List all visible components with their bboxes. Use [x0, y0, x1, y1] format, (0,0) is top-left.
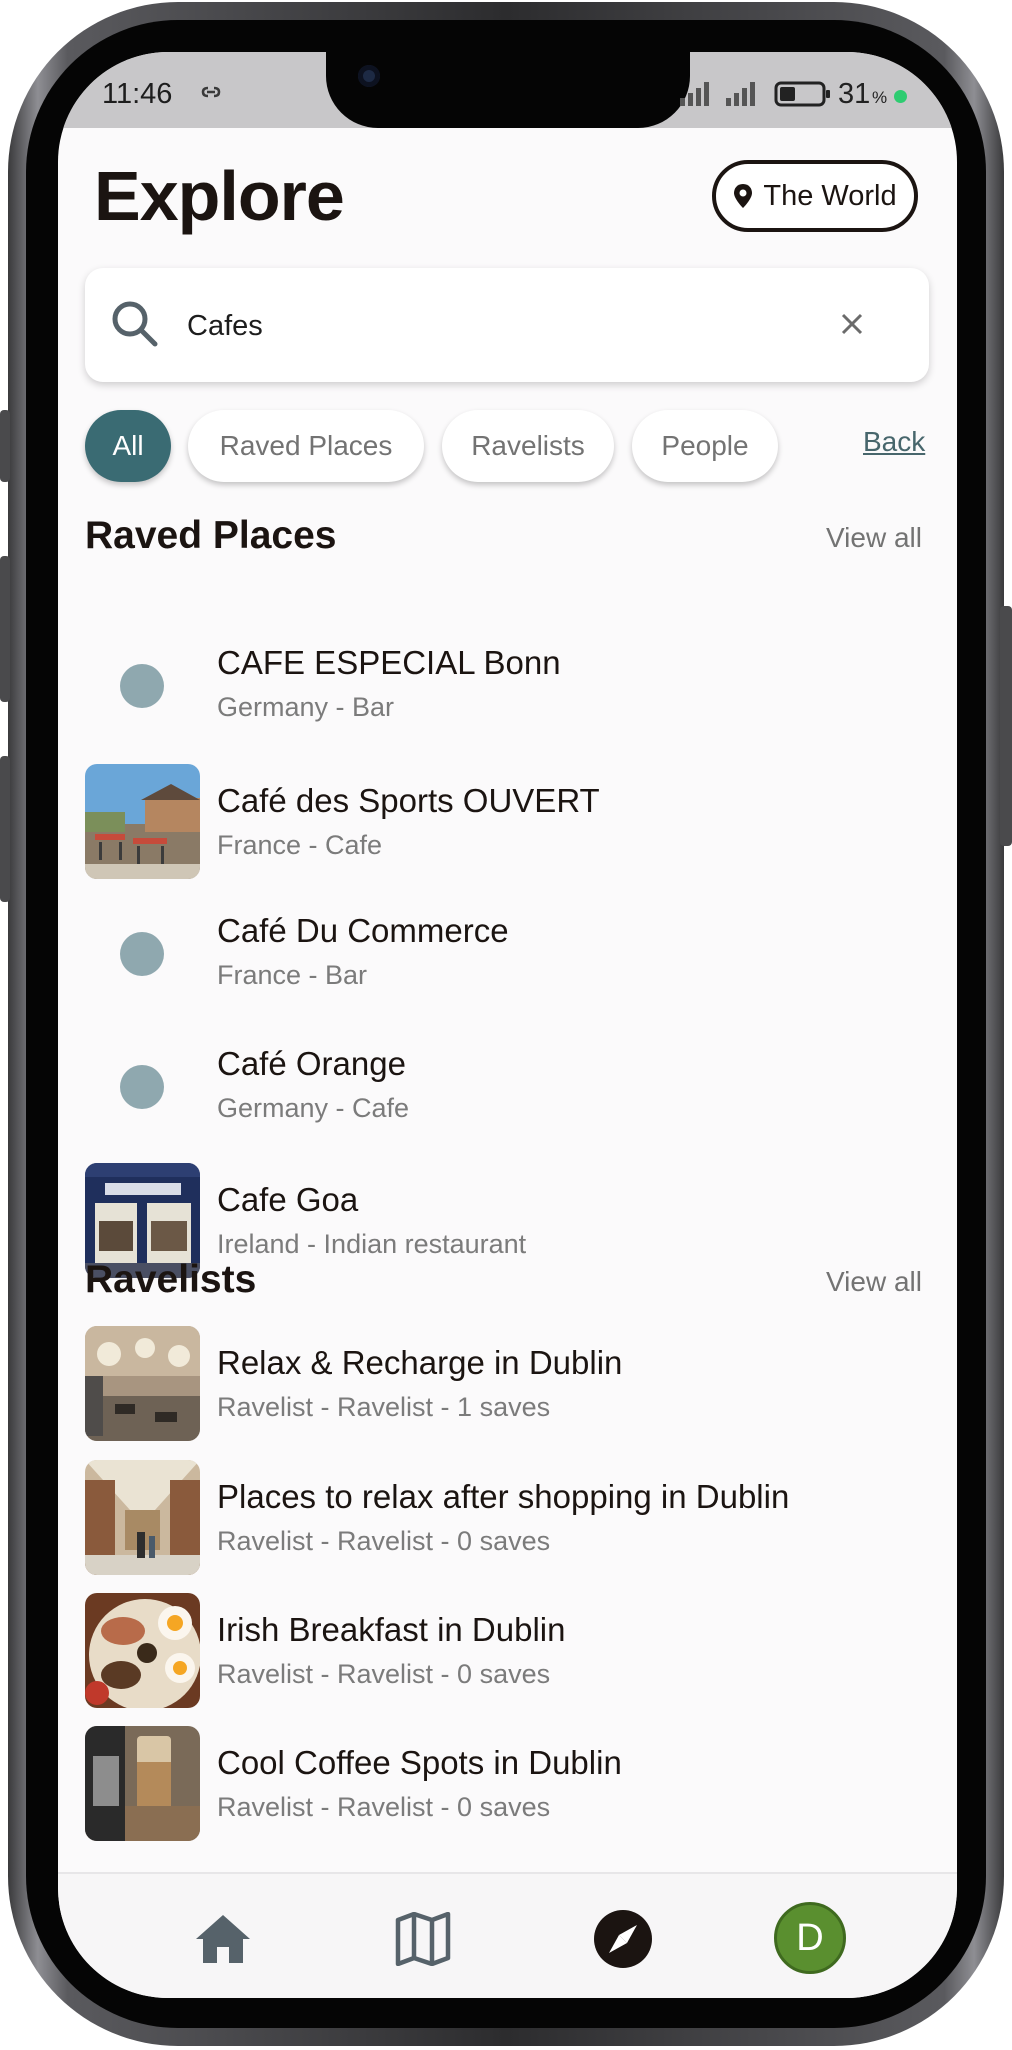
place-subtitle: France - Cafe	[217, 830, 383, 860]
place-subtitle: France - Bar	[217, 960, 368, 990]
place-placeholder-icon	[120, 664, 164, 708]
location-filter-button[interactable]: The World	[712, 160, 918, 232]
raved-place-row-2[interactable]: Café des Sports OUVERT France - Cafe	[85, 764, 929, 884]
phone-power-button	[1000, 606, 1012, 846]
place-name: Café Du Commerce	[217, 912, 509, 949]
place-placeholder-icon	[120, 1065, 164, 1109]
raved-place-row-3[interactable]: Café Du Commerce France - Bar	[85, 894, 929, 1014]
status-indicators: 31 %	[678, 74, 928, 114]
place-subtitle: Ireland - Indian restaurant	[217, 1229, 527, 1259]
battery-percent: 31	[838, 78, 871, 110]
filter-chip-people[interactable]: People	[632, 410, 778, 482]
filter-chip-ravelists[interactable]: Ravelists	[442, 410, 614, 482]
close-icon[interactable]	[839, 311, 865, 337]
battery-percent-unit: %	[872, 88, 888, 107]
interior-lamps-photo	[85, 1326, 200, 1441]
link-icon	[198, 82, 224, 107]
ravelist-row-4[interactable]: Cool Coffee Spots in Dublin Ravelist - R…	[85, 1726, 929, 1846]
battery-icon	[774, 81, 830, 107]
signal-icon-2	[726, 82, 755, 106]
ravelist-name: Places to relax after shopping in Dublin	[217, 1478, 790, 1515]
phone-volume-down-button	[0, 756, 10, 902]
breakfast-plate-photo	[85, 1593, 200, 1708]
raved-places-view-all[interactable]: View all	[826, 522, 922, 554]
shopping-arcade-photo	[85, 1460, 200, 1575]
ravelist-name: Cool Coffee Spots in Dublin	[217, 1744, 622, 1781]
place-name: CAFE ESPECIAL Bonn	[217, 644, 561, 681]
search-icon	[112, 301, 158, 347]
ravelist-subtitle: Ravelist - Ravelist - 1 saves	[217, 1392, 551, 1422]
compass-icon[interactable]	[592, 1908, 654, 1970]
filter-chip-raved-places[interactable]: Raved Places	[188, 410, 424, 482]
raved-place-row-1[interactable]: CAFE ESPECIAL Bonn Germany - Bar	[85, 626, 929, 746]
place-name: Cafe Goa	[217, 1181, 359, 1218]
ravelist-row-1[interactable]: Relax & Recharge in Dublin Ravelist - Ra…	[85, 1326, 929, 1446]
front-camera	[358, 65, 380, 87]
ravelists-view-all[interactable]: View all	[826, 1266, 922, 1298]
search-bar[interactable]	[85, 268, 929, 382]
filter-chip-all[interactable]: All	[85, 410, 171, 482]
status-dot	[894, 90, 907, 103]
page-title: Explore	[94, 157, 345, 235]
outdoor-terrace-photo	[85, 764, 200, 879]
status-time: 11:46	[102, 78, 173, 110]
location-filter-label: The World	[763, 179, 897, 212]
raved-places-heading: Raved Places	[85, 514, 337, 557]
home-icon[interactable]	[192, 1908, 254, 1970]
camera-notch	[326, 52, 690, 128]
search-input[interactable]	[187, 304, 787, 348]
ravelist-name: Relax & Recharge in Dublin	[217, 1344, 623, 1381]
ravelist-subtitle: Ravelist - Ravelist - 0 saves	[217, 1659, 551, 1689]
ravelist-row-2[interactable]: Places to relax after shopping in Dublin…	[85, 1460, 929, 1580]
raved-place-row-4[interactable]: Café Orange Germany - Cafe	[85, 1027, 929, 1147]
app-screen: 11:46 31 % Explore The World Cafes All R…	[58, 52, 957, 1998]
place-placeholder-icon	[120, 932, 164, 976]
place-subtitle: Germany - Cafe	[217, 1093, 410, 1123]
phone-volume-up-button	[0, 556, 10, 702]
place-name: Café des Sports OUVERT	[217, 782, 600, 819]
location-pin-icon	[734, 184, 753, 208]
signal-icon	[680, 82, 709, 106]
ravelist-name: Irish Breakfast in Dublin	[217, 1611, 566, 1648]
iced-coffee-photo	[85, 1726, 200, 1841]
ravelist-row-3[interactable]: Irish Breakfast in Dublin Ravelist - Rav…	[85, 1593, 929, 1713]
phone-mute-button	[0, 410, 10, 482]
ravelist-subtitle: Ravelist - Ravelist - 0 saves	[217, 1526, 551, 1556]
place-subtitle: Germany - Bar	[217, 692, 395, 722]
place-name: Café Orange	[217, 1045, 406, 1082]
ravelist-subtitle: Ravelist - Ravelist - 0 saves	[217, 1792, 551, 1822]
map-icon[interactable]	[392, 1908, 454, 1970]
ravelists-heading: Ravelists	[85, 1258, 257, 1301]
back-link[interactable]: Back	[863, 426, 925, 458]
profile-avatar[interactable]: D	[774, 1902, 846, 1974]
